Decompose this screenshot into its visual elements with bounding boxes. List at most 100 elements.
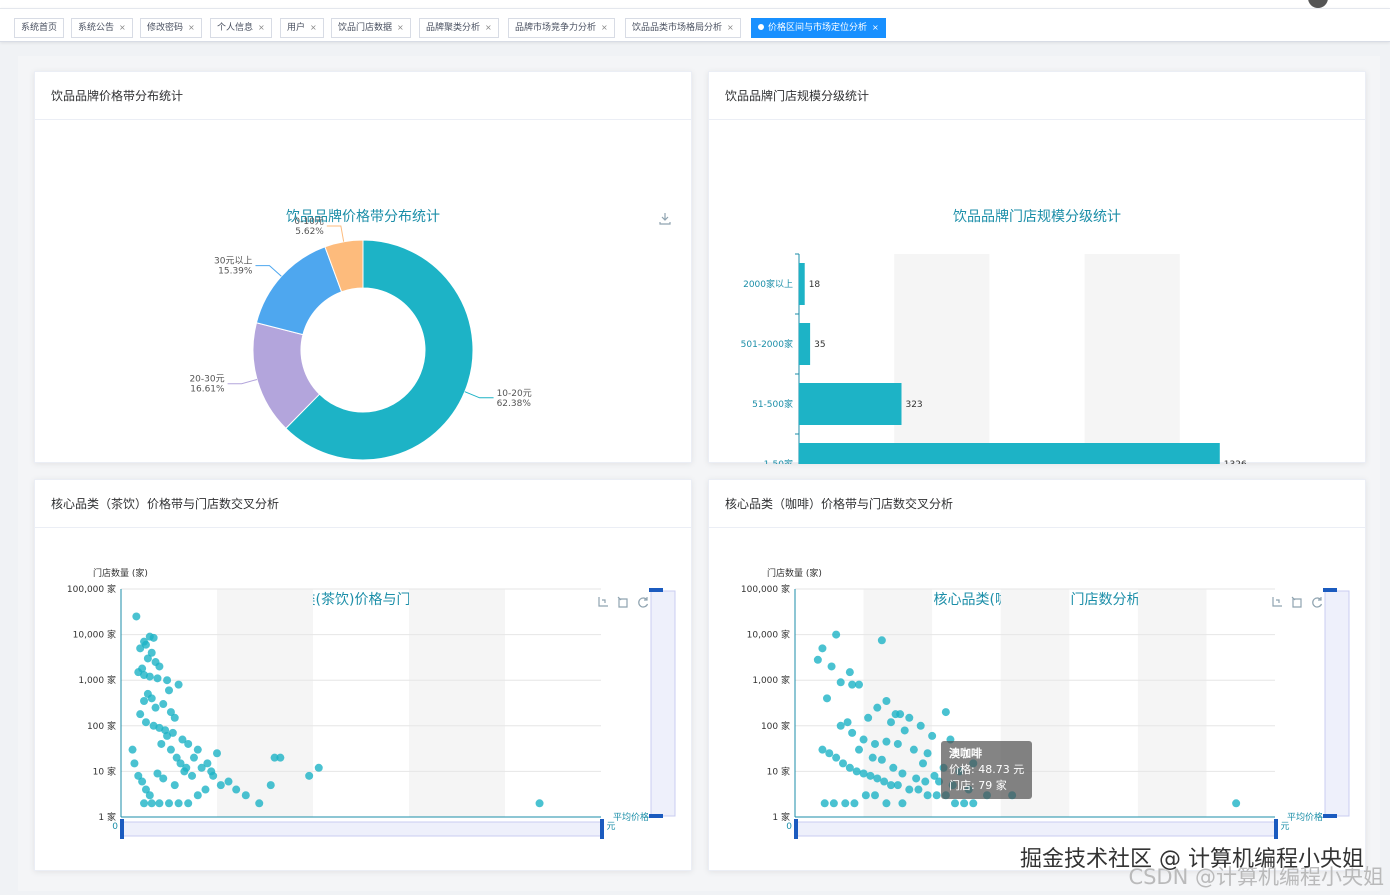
close-icon[interactable]: × [601, 23, 608, 32]
tab-3[interactable]: 个人信息 × [210, 18, 272, 38]
scatter-point [905, 713, 914, 722]
zoom-track [650, 590, 676, 817]
download-icon[interactable] [659, 213, 671, 225]
zoom-icon[interactable] [598, 597, 608, 607]
scatter-point [868, 753, 877, 762]
scatter-point [850, 799, 859, 808]
zoom-handle-top [1323, 588, 1337, 592]
scatter-point [823, 694, 831, 703]
scatter-point [923, 791, 932, 800]
y-tick-label: 100,000 家 [67, 583, 116, 595]
juejin-watermark: 掘金技术社区 @ 计算机编程小央姐 [1020, 847, 1364, 872]
scatter-point [820, 799, 829, 808]
close-icon[interactable]: × [872, 23, 879, 32]
restore-icon[interactable] [1312, 597, 1323, 608]
avatar[interactable] [1308, 0, 1328, 8]
tab-7[interactable]: 品牌市场竞争力分析 × [508, 18, 615, 38]
scatter-point [255, 799, 264, 808]
y-zoom-slider[interactable] [1323, 588, 1350, 818]
scatter-point [136, 710, 145, 719]
scatter-point [843, 718, 852, 727]
scatter-point [155, 799, 164, 808]
zoom-handle-left [794, 819, 798, 839]
tab-label: 系统首页 [21, 23, 58, 33]
tab-label: 用户 [287, 23, 306, 33]
scatter-point [836, 721, 845, 730]
close-icon[interactable]: × [485, 23, 492, 32]
scatter-point [923, 749, 932, 758]
scatter-point [896, 710, 905, 719]
close-icon[interactable]: × [397, 23, 404, 32]
scatter-point [960, 799, 969, 808]
scatter-point [136, 644, 145, 653]
close-icon[interactable]: × [310, 23, 317, 32]
scatter-point [193, 791, 202, 800]
pie-label-name: 30元以上 [214, 256, 252, 267]
zoom-track [796, 821, 1276, 837]
scatter-point [145, 791, 154, 800]
scatter-point [873, 703, 882, 712]
zoom-back-icon[interactable] [1291, 596, 1302, 608]
store-scale-chart: 饮品品牌门店规模分级统计03006009001,2001,500品牌数量 (个)… [741, 208, 1247, 464]
tab-9[interactable]: 价格区间与市场定位分析 × [751, 18, 886, 38]
zoom-icon[interactable] [1272, 597, 1282, 607]
scatter-point [130, 759, 139, 768]
zoom-handle-top [649, 588, 663, 592]
tab-1[interactable]: 系统公告 × [71, 18, 133, 38]
store-scale-card: 饮品品牌门店规模分级统计 饮品品牌门店规模分级统计03006009001,200… [708, 71, 1366, 464]
restore-icon[interactable] [638, 597, 649, 608]
bar-0 [799, 443, 1220, 464]
scatter-point [916, 721, 925, 730]
x-zoom-slider[interactable] [120, 819, 604, 839]
scatter-point [914, 785, 923, 794]
scatter-point [166, 745, 175, 754]
scatter-point [898, 769, 907, 778]
scatter-point [841, 799, 850, 808]
scatter-point [852, 767, 861, 776]
close-icon[interactable]: × [119, 23, 126, 32]
close-icon[interactable]: × [258, 23, 265, 32]
close-icon[interactable]: × [727, 23, 734, 32]
bar-3 [799, 263, 805, 305]
tab-4[interactable]: 用户 × [280, 18, 324, 38]
zoom-glyph [1272, 597, 1282, 607]
tea-analysis-card: 核心品类（茶饮）价格带与门店数交叉分析 核心品类(茶饮)价格与门店数分析 1 家1… [34, 479, 692, 871]
zoom-back-glyph [617, 596, 628, 608]
pie-label-value: 16.61% [190, 385, 225, 395]
tab-label: 个人信息 [217, 23, 254, 33]
y-zoom-slider[interactable] [649, 588, 676, 818]
scatter-point [216, 781, 225, 790]
tab-6[interactable]: 品牌聚类分析 × [419, 18, 499, 38]
scatter-point [157, 739, 166, 748]
scatter-point [921, 777, 930, 786]
tab-label: 饮品品类市场格局分析 [632, 23, 723, 33]
scatter-point [898, 799, 907, 808]
scatter-point [882, 737, 891, 746]
scatter-point [165, 686, 173, 695]
tab-5[interactable]: 饮品门店数据 × [331, 18, 411, 38]
scatter-point [266, 781, 275, 790]
y-tick-label: 51-500家 [752, 398, 793, 410]
scatter-point [839, 759, 847, 768]
tab-2[interactable]: 修改密码 × [140, 18, 202, 38]
y-tick-label: 1,000 家 [78, 674, 116, 686]
x-zoom-slider[interactable] [794, 819, 1278, 839]
grid-band [894, 254, 990, 464]
scatter-point [159, 700, 168, 709]
scatter-point [224, 777, 233, 786]
scatter-point [887, 718, 895, 727]
zoom-handle-bottom [649, 814, 663, 818]
scatter-point [241, 791, 250, 800]
scatter-point [928, 731, 937, 740]
card-header: 饮品品牌门店规模分级统计 [709, 72, 1365, 120]
scatter-point [149, 633, 158, 642]
y-tick-label: 2000家以上 [743, 278, 793, 290]
scatter-point [535, 799, 544, 808]
tab-label: 系统公告 [78, 23, 115, 33]
scatter-point [861, 791, 870, 800]
tab-8[interactable]: 饮品品类市场格局分析 × [625, 18, 741, 38]
y-tick-label: 100 家 [87, 720, 116, 732]
tab-0[interactable]: 系统首页 [14, 18, 65, 38]
zoom-back-icon[interactable] [617, 596, 628, 608]
close-icon[interactable]: × [188, 23, 195, 32]
